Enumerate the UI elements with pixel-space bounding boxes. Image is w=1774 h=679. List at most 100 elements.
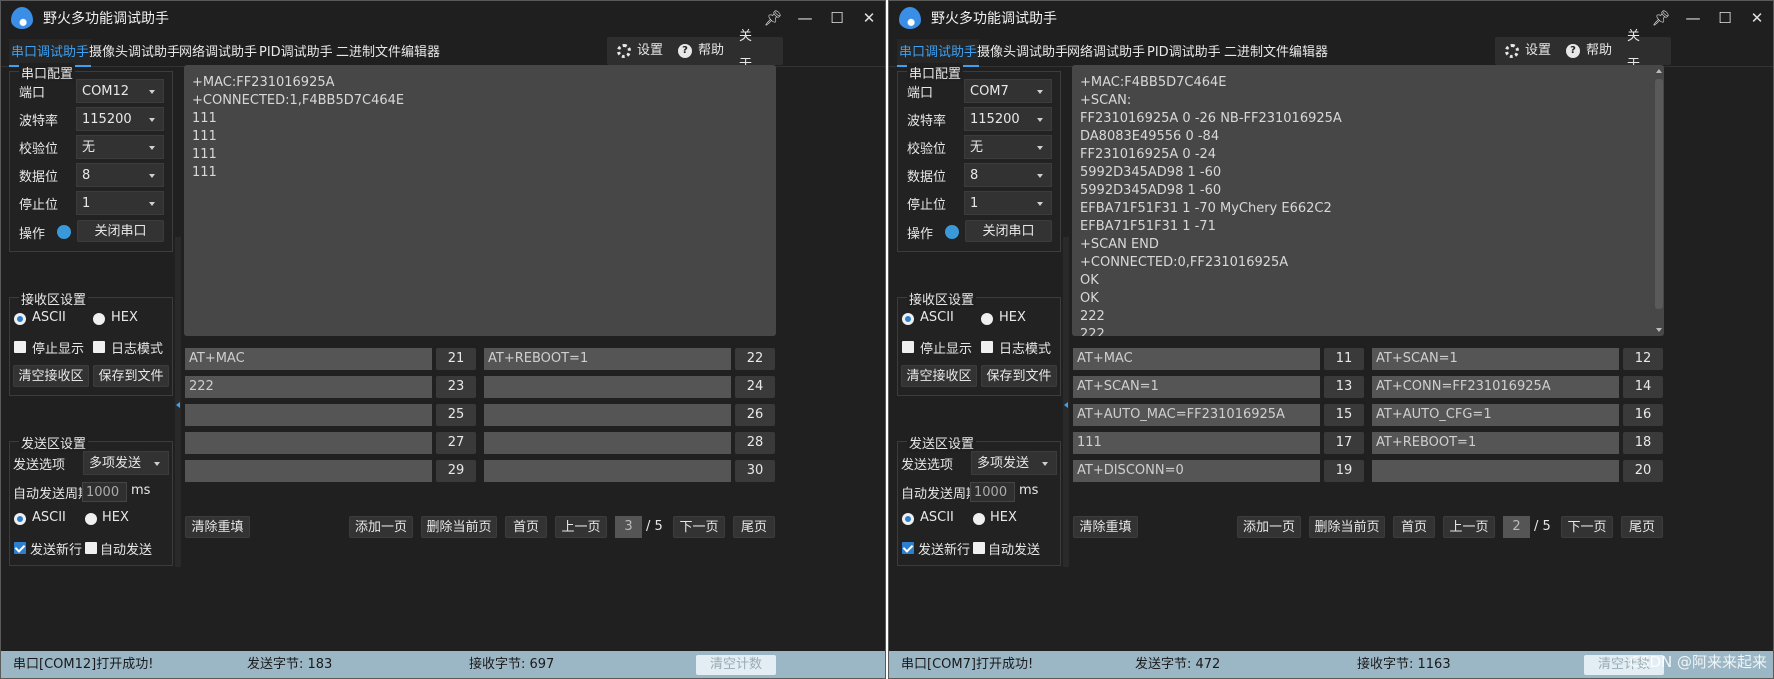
command-input[interactable]: AT+MAC — [185, 348, 432, 370]
stopbits-select[interactable]: 1 — [964, 191, 1052, 215]
scroll-up-icon[interactable] — [1656, 69, 1662, 73]
command-send-button[interactable]: 29 — [436, 460, 476, 482]
command-input[interactable]: 222 — [185, 376, 432, 398]
command-input[interactable]: AT+DISCONN=0 — [1073, 460, 1320, 482]
save-to-file-button[interactable]: 保存到文件 — [93, 365, 169, 387]
next-page-button[interactable]: 下一页 — [1561, 516, 1613, 538]
close-icon[interactable]: ✕ — [1741, 1, 1773, 35]
command-input[interactable] — [484, 460, 731, 482]
stop-display-checkbox[interactable] — [14, 341, 26, 353]
help-button[interactable]: ? 帮助 — [668, 37, 735, 65]
command-send-button[interactable]: 14 — [1623, 376, 1663, 398]
last-page-button[interactable]: 尾页 — [1621, 516, 1663, 538]
port-select[interactable]: COM7 — [964, 79, 1052, 103]
send-newline-checkbox[interactable] — [14, 542, 26, 554]
maximize-icon[interactable]: ☐ — [1709, 1, 1741, 35]
delete-page-button[interactable]: 删除当前页 — [1309, 516, 1385, 538]
command-send-button[interactable]: 30 — [735, 460, 775, 482]
add-page-button[interactable]: 添加一页 — [349, 516, 413, 538]
about-button[interactable]: 关于... — [1617, 29, 1671, 72]
command-send-button[interactable]: 13 — [1324, 376, 1364, 398]
tab-network[interactable]: 网络调试助手 — [177, 39, 259, 67]
recv-ascii-radio[interactable] — [14, 313, 26, 325]
clear-receive-button[interactable]: 清空接收区 — [901, 365, 977, 387]
minimize-icon[interactable]: — — [789, 1, 821, 35]
tab-binary-editor[interactable]: 二进制文件编辑器 — [334, 39, 442, 67]
receive-area[interactable]: +MAC:FF231016925A +CONNECTED:1,F4BB5D7C46… — [184, 65, 776, 336]
command-input[interactable]: AT+AUTO_MAC=FF231016925A — [1073, 404, 1320, 426]
receive-scrollbar[interactable] — [1654, 65, 1664, 336]
command-send-button[interactable]: 15 — [1324, 404, 1364, 426]
command-send-button[interactable]: 17 — [1324, 432, 1364, 454]
stop-display-checkbox[interactable] — [902, 341, 914, 353]
stopbits-select[interactable]: 1 — [76, 191, 164, 215]
command-input[interactable]: AT+MAC — [1073, 348, 1320, 370]
command-input[interactable] — [484, 376, 731, 398]
command-input[interactable] — [185, 404, 432, 426]
help-button[interactable]: ? 帮助 — [1556, 37, 1623, 65]
scroll-down-icon[interactable] — [1656, 328, 1662, 332]
command-input[interactable]: 111 — [1073, 432, 1320, 454]
tab-pid[interactable]: PID调试助手 — [1145, 39, 1223, 67]
command-input[interactable] — [484, 432, 731, 454]
next-page-button[interactable]: 下一页 — [673, 516, 725, 538]
command-send-button[interactable]: 21 — [436, 348, 476, 370]
delete-page-button[interactable]: 删除当前页 — [421, 516, 497, 538]
command-send-button[interactable]: 19 — [1324, 460, 1364, 482]
first-page-button[interactable]: 首页 — [505, 516, 547, 538]
clear-receive-button[interactable]: 清空接收区 — [13, 365, 89, 387]
auto-send-checkbox[interactable] — [85, 542, 97, 554]
auto-period-input[interactable]: 1000 — [970, 482, 1015, 502]
send-options-select[interactable]: 多项发送 — [971, 451, 1057, 475]
command-input[interactable]: AT+SCAN=1 — [1372, 348, 1619, 370]
command-send-button[interactable]: 18 — [1623, 432, 1663, 454]
command-send-button[interactable]: 27 — [436, 432, 476, 454]
about-button[interactable]: 关于... — [729, 29, 783, 72]
tab-network[interactable]: 网络调试助手 — [1065, 39, 1147, 67]
command-send-button[interactable]: 25 — [436, 404, 476, 426]
tab-camera[interactable]: 摄像头调试助手 — [87, 39, 182, 67]
first-page-button[interactable]: 首页 — [1393, 516, 1435, 538]
clear-count-button[interactable]: 清空计数 — [696, 655, 776, 675]
settings-button[interactable]: 设置 — [1495, 37, 1562, 65]
log-mode-checkbox[interactable] — [93, 341, 105, 353]
command-input[interactable] — [185, 460, 432, 482]
command-send-button[interactable]: 26 — [735, 404, 775, 426]
baud-select[interactable]: 115200 — [76, 107, 164, 131]
recv-hex-radio[interactable] — [93, 313, 105, 325]
close-port-button[interactable]: 关闭串口 — [77, 220, 164, 242]
minimize-icon[interactable]: — — [1677, 1, 1709, 35]
command-input[interactable]: AT+AUTO_CFG=1 — [1372, 404, 1619, 426]
auto-period-input[interactable]: 1000 — [82, 482, 127, 502]
scroll-thumb[interactable] — [1655, 79, 1663, 309]
panel-splitter[interactable] — [175, 237, 181, 567]
command-input[interactable]: AT+SCAN=1 — [1073, 376, 1320, 398]
send-options-select[interactable]: 多项发送 — [83, 451, 169, 475]
command-send-button[interactable]: 28 — [735, 432, 775, 454]
close-port-button[interactable]: 关闭串口 — [965, 220, 1052, 242]
command-send-button[interactable]: 22 — [735, 348, 775, 370]
log-mode-checkbox[interactable] — [981, 341, 993, 353]
command-input[interactable] — [1372, 460, 1619, 482]
add-page-button[interactable]: 添加一页 — [1237, 516, 1301, 538]
send-newline-checkbox[interactable] — [902, 542, 914, 554]
send-ascii-radio[interactable] — [902, 513, 914, 525]
recv-ascii-radio[interactable] — [902, 313, 914, 325]
baud-select[interactable]: 115200 — [964, 107, 1052, 131]
recv-hex-radio[interactable] — [981, 313, 993, 325]
close-icon[interactable]: ✕ — [853, 1, 885, 35]
port-select[interactable]: COM12 — [76, 79, 164, 103]
settings-button[interactable]: 设置 — [607, 37, 674, 65]
command-send-button[interactable]: 11 — [1324, 348, 1364, 370]
command-input[interactable]: AT+REBOOT=1 — [484, 348, 731, 370]
send-ascii-radio[interactable] — [14, 513, 26, 525]
prev-page-button[interactable]: 上一页 — [1443, 516, 1495, 538]
parity-select[interactable]: 无 — [76, 135, 164, 159]
clear-refill-button[interactable]: 清除重填 — [185, 516, 250, 538]
command-send-button[interactable]: 12 — [1623, 348, 1663, 370]
last-page-button[interactable]: 尾页 — [733, 516, 775, 538]
command-send-button[interactable]: 20 — [1623, 460, 1663, 482]
receive-area[interactable]: +MAC:F4BB5D7C464E +SCAN: FF231016925A 0 -2… — [1072, 65, 1664, 336]
send-hex-radio[interactable] — [973, 513, 985, 525]
command-send-button[interactable]: 16 — [1623, 404, 1663, 426]
